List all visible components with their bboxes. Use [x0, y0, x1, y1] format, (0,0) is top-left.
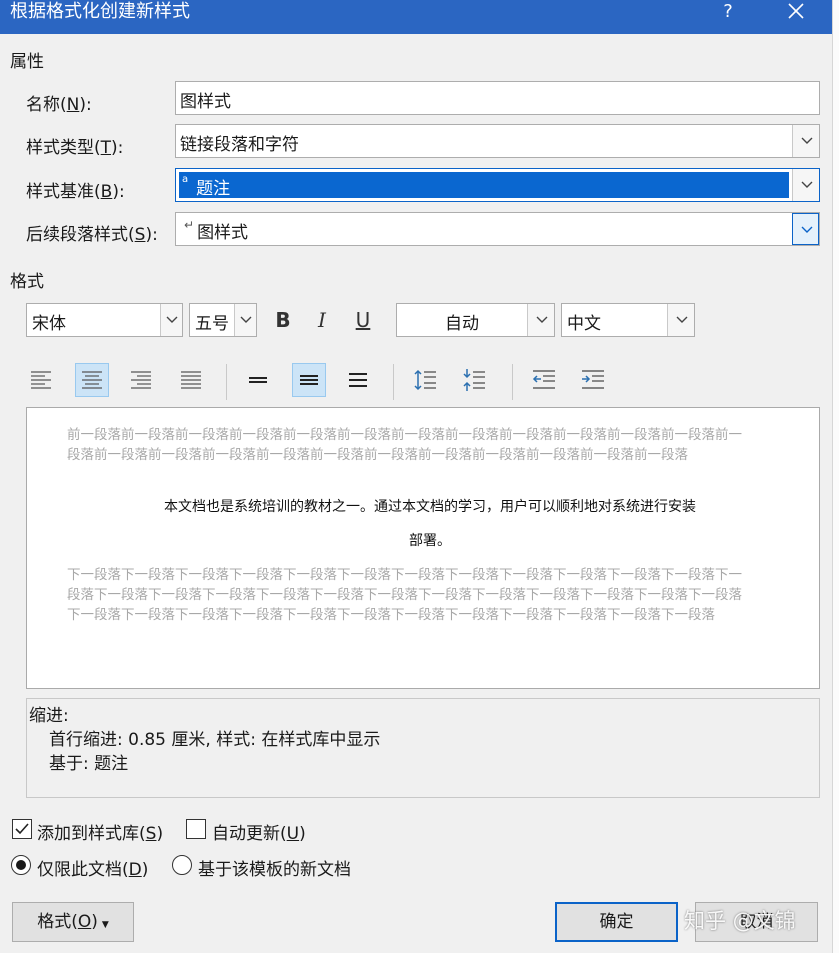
single-line-spacing-icon	[249, 377, 267, 383]
increase-paragraph-spacing-button[interactable]	[408, 363, 442, 397]
bold-button[interactable]: B	[266, 303, 300, 337]
chevron-down-icon	[536, 316, 548, 323]
only-this-document-radio[interactable]	[11, 855, 31, 875]
description-line-1: 首行缩进: 0.85 厘米, 样式: 在样式库中显示	[49, 730, 381, 750]
font-color-value: 自动	[445, 314, 479, 334]
auto-update-checkbox[interactable]	[186, 819, 206, 839]
dialog-title: 根据格式化创建新样式	[10, 1, 190, 22]
underline-button[interactable]: U	[346, 303, 380, 337]
font-size-value: 五号	[195, 314, 229, 334]
add-to-gallery-checkbox[interactable]	[12, 819, 32, 839]
chevron-down-icon	[801, 226, 813, 233]
italic-button[interactable]: I	[305, 303, 339, 337]
preview-sample-line-2: 部署。	[409, 533, 451, 549]
only-this-document-label[interactable]: 仅限此文档(D)	[37, 855, 148, 880]
font-name-dropdown[interactable]: 宋体	[26, 303, 183, 337]
decrease-indent-icon	[532, 370, 555, 389]
checkmark-icon	[15, 823, 29, 835]
style-description-box: 缩进: 首行缩进: 0.85 厘米, 样式: 在样式库中显示 基于: 题注	[26, 698, 820, 798]
font-name-value: 宋体	[32, 314, 66, 334]
format-section-label: 格式	[10, 272, 44, 292]
new-documents-template-label[interactable]: 基于该模板的新文档	[198, 855, 351, 880]
font-size-dropdown-arrow[interactable]	[234, 304, 256, 336]
toolbar-separator	[393, 364, 394, 400]
next-style-label: 后续段落样式(S):	[26, 225, 158, 245]
description-line-2: 基于: 题注	[49, 754, 129, 774]
font-color-dropdown[interactable]: 自动	[396, 303, 555, 337]
align-left-icon	[31, 371, 51, 389]
align-right-icon	[131, 371, 151, 389]
description-heading: 缩进:	[29, 706, 69, 726]
preview-sample-line-1: 本文档也是系统培训的教材之一。通过本文档的学习，用户可以顺利地对系统进行安装	[164, 499, 696, 515]
preview-next-paragraph: 下一段落下一段落下一段落下一段落下一段落下一段落下一段落下一段落下一段落下一段落…	[67, 567, 742, 623]
toolbar-separator	[226, 364, 227, 400]
decrease-indent-button[interactable]	[527, 363, 561, 397]
double-spacing-button[interactable]	[341, 363, 375, 397]
justify-icon	[181, 371, 201, 389]
decrease-paragraph-spacing-button[interactable]	[457, 363, 491, 397]
font-name-dropdown-arrow[interactable]	[160, 304, 182, 336]
close-button[interactable]	[778, 0, 814, 28]
name-label: 名称(N):	[26, 95, 92, 115]
chevron-down-icon	[676, 316, 688, 323]
chevron-down-icon	[801, 181, 813, 188]
align-right-button[interactable]	[124, 363, 158, 397]
style-type-dropdown[interactable]: 链接段落和字符	[175, 124, 820, 158]
one-and-half-spacing-button[interactable]	[292, 363, 326, 397]
next-style-dropdown-arrow[interactable]	[792, 213, 819, 245]
next-style-value: ↵ 图样式	[184, 218, 249, 243]
based-on-label: 样式基准(B):	[26, 182, 125, 202]
script-dropdown-arrow[interactable]	[667, 304, 694, 336]
watermark: 知乎 @文锦	[684, 909, 796, 933]
script-value: 中文	[567, 314, 601, 334]
paragraph-style-glyph-icon: a	[182, 174, 189, 185]
dropdown-arrow-icon: ▼	[101, 920, 109, 930]
align-center-icon	[82, 371, 102, 389]
chevron-down-icon	[240, 316, 252, 323]
close-icon	[788, 3, 804, 19]
align-left-button[interactable]	[24, 363, 58, 397]
double-line-spacing-icon	[349, 373, 367, 387]
add-to-gallery-label[interactable]: 添加到样式库(S)	[37, 819, 163, 844]
increase-paragraph-spacing-icon	[414, 369, 436, 391]
new-style-dialog: 属性 名称(N): 图样式 样式类型(T): 链接段落和字符 样式基准(B): …	[0, 34, 832, 953]
script-dropdown[interactable]: 中文	[561, 303, 695, 337]
based-on-dropdown[interactable]: a 题注	[175, 168, 820, 202]
single-spacing-button[interactable]	[241, 363, 275, 397]
justify-button[interactable]	[174, 363, 208, 397]
help-button[interactable]: ?	[718, 0, 738, 24]
increase-indent-icon	[582, 370, 604, 389]
name-input-value: 图样式	[180, 92, 231, 112]
style-type-label: 样式类型(T):	[26, 138, 124, 158]
based-on-dropdown-arrow[interactable]	[792, 169, 819, 201]
based-on-value: a 题注	[182, 174, 231, 199]
auto-update-label[interactable]: 自动更新(U)	[212, 819, 306, 844]
title-bar: 根据格式化创建新样式 ?	[0, 0, 839, 34]
one-and-half-line-spacing-icon	[300, 375, 318, 385]
chevron-down-icon	[801, 137, 813, 144]
increase-indent-button[interactable]	[576, 363, 610, 397]
selection-highlight	[179, 172, 789, 198]
preview-previous-paragraph: 前一段落前一段落前一段落前一段落前一段落前一段落前一段落前一段落前一段落前一段落…	[67, 427, 742, 463]
name-input[interactable]: 图样式	[175, 81, 820, 115]
toolbar-separator	[512, 364, 513, 400]
font-size-dropdown[interactable]: 五号	[189, 303, 257, 337]
font-color-dropdown-arrow[interactable]	[527, 304, 554, 336]
style-preview-pane: 前一段落前一段落前一段落前一段落前一段落前一段落前一段落前一段落前一段落前一段落…	[26, 407, 820, 689]
new-documents-template-radio[interactable]	[172, 855, 192, 875]
properties-section-label: 属性	[10, 52, 44, 72]
paragraph-mark-icon: ↵	[184, 218, 195, 232]
align-center-button[interactable]	[75, 363, 109, 397]
style-type-dropdown-arrow[interactable]	[792, 125, 819, 157]
background-window-edge	[832, 0, 839, 953]
chevron-down-icon	[166, 316, 178, 323]
format-menu-button[interactable]: 格式(O) ▼	[12, 902, 134, 942]
decrease-paragraph-spacing-icon	[463, 369, 485, 391]
next-style-dropdown[interactable]: ↵ 图样式	[175, 212, 820, 246]
style-type-value: 链接段落和字符	[180, 135, 299, 155]
ok-button[interactable]: 确定	[555, 902, 678, 942]
radio-selected-dot	[16, 860, 26, 870]
